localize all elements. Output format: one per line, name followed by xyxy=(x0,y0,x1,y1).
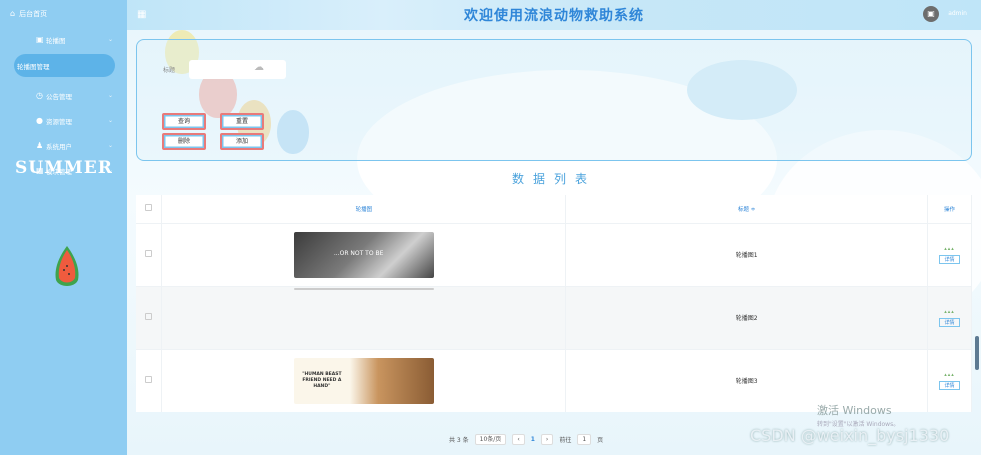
carousel-thumbnail: "HUMAN BEAST FRIEND NEED A HAND" xyxy=(293,357,434,404)
sidebar-item-label: 公告管理 xyxy=(46,92,72,101)
detail-button[interactable]: 详情 xyxy=(939,254,960,264)
title-label: 标题 xyxy=(163,67,176,74)
goto-page-input[interactable]: 1 xyxy=(577,434,592,445)
row-checkbox[interactable] xyxy=(145,376,153,384)
detail-button[interactable]: 详情 xyxy=(939,380,960,390)
col-image: 轮播图 xyxy=(161,195,567,223)
table-row: ...OR NOT TO BE 轮播图1 ▴▴▴ 详情 xyxy=(136,222,972,286)
table-header: 轮播图 标题 ≑ 操作 xyxy=(136,195,972,223)
windows-activation-title: 激活 Windows xyxy=(817,404,892,417)
prev-page-button[interactable]: ‹ xyxy=(512,434,525,445)
home-label: 后台首页 xyxy=(19,9,48,18)
reset-button[interactable]: 重置 xyxy=(220,113,264,130)
sidebar-item-label: 轮播图 xyxy=(46,36,66,45)
sidebar-item-label: 资源管理 xyxy=(46,117,72,126)
sidebar-item-label: 轮播图管理 xyxy=(17,62,50,71)
page-title: 欢迎使用流浪动物救助系统 xyxy=(464,8,644,24)
col-title[interactable]: 标题 ≑ xyxy=(565,195,928,223)
row-checkbox[interactable] xyxy=(145,250,153,257)
sidebar-item-label: 系统用户 xyxy=(46,142,72,151)
carousel-thumbnail: ...OR NOT TO BE xyxy=(293,231,434,278)
home-icon: ⌂ xyxy=(10,9,16,18)
pager-total: 共 3 条 xyxy=(449,437,469,444)
sidebar-subitem-carousel-manage[interactable]: 轮播图管理 xyxy=(14,54,115,77)
col-ops: 操作 xyxy=(927,195,972,223)
row-title: 轮播图1 xyxy=(565,222,928,286)
thumbnail-text: "HUMAN BEAST FRIEND NEED A HAND" xyxy=(302,371,342,389)
user-icon: ♟ xyxy=(36,141,44,150)
username[interactable]: admin xyxy=(948,10,967,17)
clock-icon: ◷ xyxy=(36,91,43,100)
chevron-down-icon: ⌄ xyxy=(108,92,114,99)
row-checkbox[interactable] xyxy=(145,313,153,320)
chevron-down-icon: ⌄ xyxy=(108,117,114,124)
select-all-checkbox[interactable] xyxy=(145,204,153,212)
row-title: 轮播图2 xyxy=(565,285,928,349)
delete-button[interactable]: 删除 xyxy=(162,133,206,150)
image-icon: ▣ xyxy=(36,35,44,44)
watermelon-icon xyxy=(55,246,79,286)
page-unit: 页 xyxy=(597,437,604,444)
goto-label: 前往 xyxy=(559,437,572,444)
ops-decor: ▴▴▴ xyxy=(944,308,955,315)
scrollbar[interactable] xyxy=(975,336,979,370)
search-panel: 标题 ☁ 查询 重置 删除 添加 xyxy=(136,39,972,161)
current-page[interactable]: 1 xyxy=(531,436,535,443)
sidebar: ⌂ 后台首页 ▣ 轮播图 ⌄ 轮播图管理 ◷ 公告管理 ⌄ ● 资源管理 ⌄ ♟… xyxy=(0,0,127,455)
chevron-down-icon: ⌄ xyxy=(108,142,114,149)
add-button[interactable]: 添加 xyxy=(220,133,264,150)
title-search-input[interactable] xyxy=(189,60,286,79)
sidebar-item-users[interactable]: ♟ 系统用户 ⌄ xyxy=(0,133,127,158)
pagination: 共 3 条 10条/页 ‹ 1 › 前往 1 页 xyxy=(449,434,603,445)
sidebar-home[interactable]: ⌂ 后台首页 xyxy=(0,0,127,27)
sidebar-item-resource[interactable]: ● 资源管理 ⌄ xyxy=(0,108,127,133)
query-button[interactable]: 查询 xyxy=(162,113,206,130)
chevron-down-icon: ⌄ xyxy=(108,36,114,43)
table-row: 轮播图2 ▴▴▴ 详情 xyxy=(136,285,972,349)
main-content: 标题 ☁ 查询 重置 删除 添加 数据列表 轮播图 标题 ≑ 操作 ...OR … xyxy=(127,30,981,455)
cloud-icon: ☁ xyxy=(254,62,264,73)
page-size-select[interactable]: 10条/页 xyxy=(474,434,507,445)
ops-decor: ▴▴▴ xyxy=(944,371,955,378)
avatar[interactable]: ▣ xyxy=(923,6,939,22)
bulb-icon: ● xyxy=(36,116,43,125)
thumbnail-text: ...OR NOT TO BE xyxy=(333,249,384,257)
next-page-button[interactable]: › xyxy=(540,434,554,445)
detail-button[interactable]: 详情 xyxy=(939,317,960,327)
sidebar-item-carousel[interactable]: ▣ 轮播图 ⌄ xyxy=(0,27,127,52)
ops-decor: ▴▴▴ xyxy=(944,245,955,252)
summer-decor-text: SUMMER xyxy=(15,158,113,178)
sidebar-item-notice[interactable]: ◷ 公告管理 ⌄ xyxy=(0,83,127,108)
csdn-watermark: CSDN @weixin_bysj1330 xyxy=(750,426,950,445)
list-title: 数据列表 xyxy=(511,172,596,186)
top-header: ▦ 欢迎使用流浪动物救助系统 ▣ admin xyxy=(127,0,981,30)
carousel-thumbnail xyxy=(293,287,434,290)
data-table: 轮播图 标题 ≑ 操作 ...OR NOT TO BE 轮播图1 ▴▴▴ 详情 轮… xyxy=(136,195,972,412)
